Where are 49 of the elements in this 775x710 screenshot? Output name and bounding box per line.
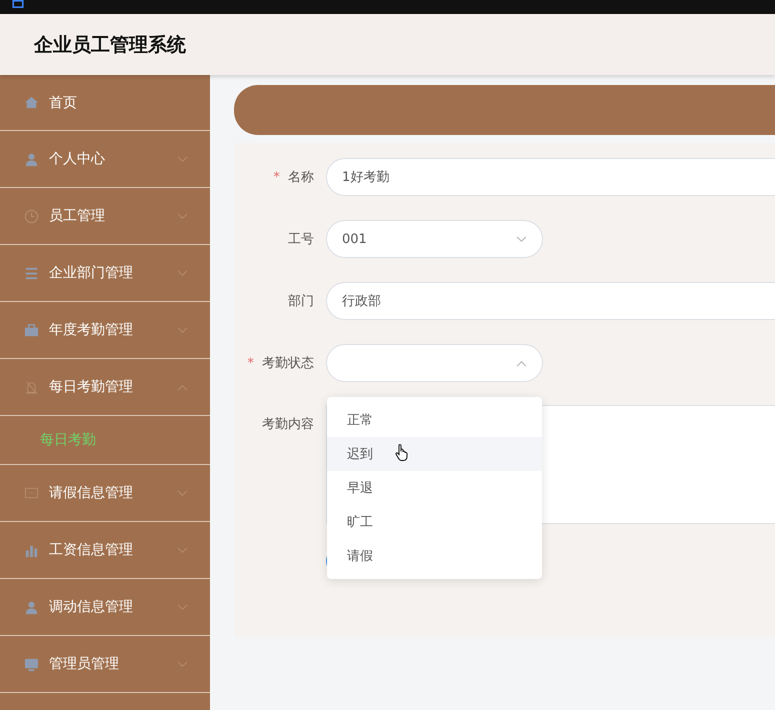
field-label: 名称	[288, 170, 314, 185]
person-icon	[24, 152, 39, 166]
sidebar-item[interactable]: 调动信息管理	[0, 579, 210, 636]
person-icon	[24, 600, 39, 614]
required-asterisk: *	[247, 356, 254, 371]
dropdown-option[interactable]: 旷工	[327, 505, 542, 539]
chat-icon	[24, 486, 39, 500]
field-label: 考勤内容	[262, 417, 314, 432]
list-icon	[24, 266, 39, 280]
sidebar-item[interactable]: 工资信息管理	[0, 522, 210, 579]
home-icon	[24, 95, 39, 110]
chevron-icon	[177, 384, 188, 390]
sidebar-item[interactable]: 企业部门管理	[0, 245, 210, 302]
dropdown-option[interactable]: 迟到	[327, 437, 542, 471]
chevron-icon	[177, 270, 188, 276]
sidebar-item[interactable]: 请假信息管理	[0, 465, 210, 522]
clock-icon	[24, 208, 39, 224]
sidebar-item[interactable]: 个人中心	[0, 131, 210, 188]
chevron-icon	[177, 546, 188, 554]
sidebar-subitem[interactable]: 每日考勤	[0, 416, 210, 465]
sidebar-item[interactable]: 管理员管理	[0, 636, 210, 693]
dropdown-option[interactable]: 请假	[327, 539, 542, 573]
chevron-icon	[177, 604, 188, 610]
chevron-icon	[177, 156, 188, 162]
app-title: 企业员工管理系统	[34, 32, 186, 58]
chevron-icon	[177, 490, 188, 496]
monitor-icon	[24, 656, 39, 672]
chevron-icon	[516, 360, 527, 366]
sidebar-item[interactable]: 员工管理	[0, 188, 210, 245]
chevron-icon	[177, 326, 188, 334]
text-field[interactable]: 行政部	[326, 282, 775, 320]
field-label: 部门	[288, 294, 314, 309]
required-asterisk: *	[273, 170, 280, 185]
field-label: 考勤状态	[262, 356, 314, 371]
app-icon	[10, 0, 26, 8]
chevron-icon	[177, 660, 188, 668]
text-field[interactable]: 1好考勤	[326, 158, 775, 196]
briefcase-icon	[24, 322, 39, 338]
sidebar-item[interactable]: 首页	[0, 75, 210, 131]
chevron-icon	[177, 212, 188, 220]
sidebar-item[interactable]: 年度考勤管理	[0, 302, 210, 359]
select-field[interactable]: 001	[326, 220, 543, 258]
hand-cursor-icon	[395, 443, 409, 462]
alarm-icon	[24, 380, 39, 394]
dropdown-option[interactable]: 正常	[327, 403, 542, 437]
chevron-icon	[516, 236, 527, 242]
dropdown-option[interactable]: 早退	[327, 471, 542, 505]
field-label: 工号	[288, 232, 314, 247]
sidebar-item[interactable]: 每日考勤管理	[0, 359, 210, 416]
